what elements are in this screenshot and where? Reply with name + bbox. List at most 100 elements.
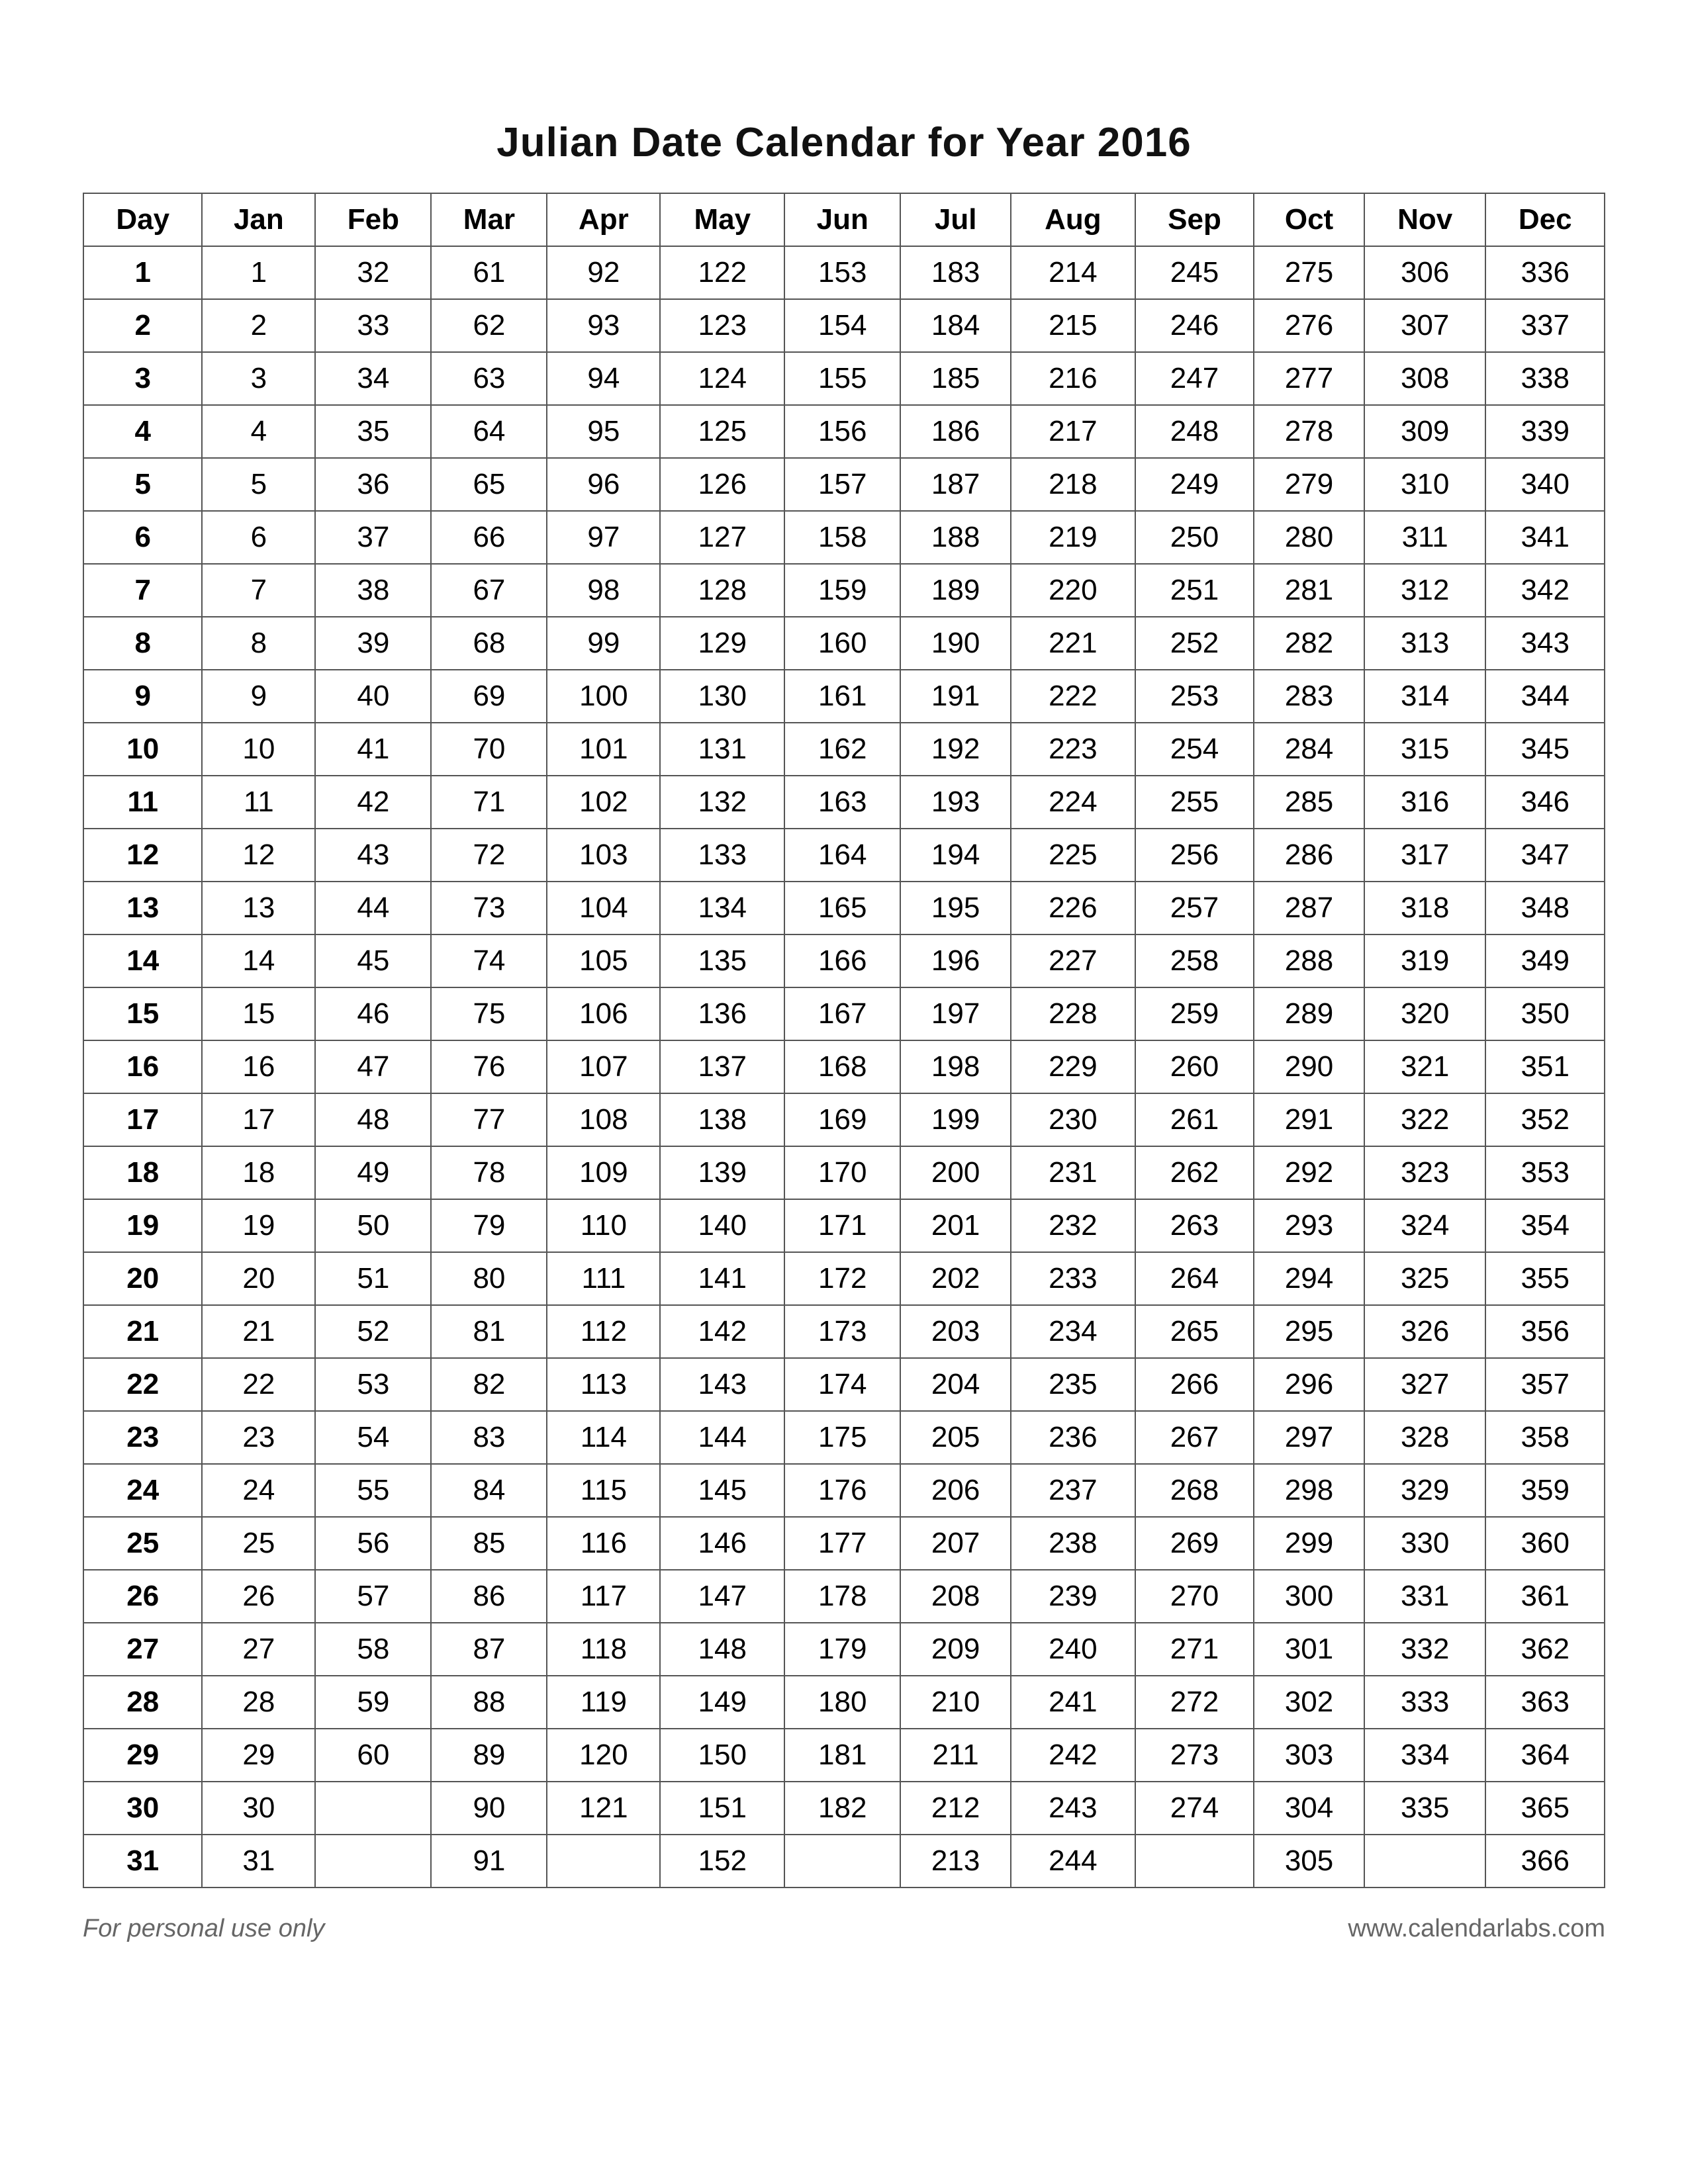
month-cell-aug: 217 bbox=[1011, 405, 1135, 458]
header-row: DayJanFebMarAprMayJunJulAugSepOctNovDec bbox=[83, 193, 1605, 246]
month-cell-aug: 238 bbox=[1011, 1517, 1135, 1570]
month-cell-nov: 309 bbox=[1364, 405, 1486, 458]
month-cell-nov: 315 bbox=[1364, 723, 1486, 776]
month-cell-jul: 201 bbox=[900, 1199, 1011, 1252]
month-cell-dec: 353 bbox=[1485, 1146, 1605, 1199]
month-cell-apr: 115 bbox=[547, 1464, 660, 1517]
month-cell-dec: 355 bbox=[1485, 1252, 1605, 1305]
month-cell-sep: 272 bbox=[1135, 1676, 1254, 1729]
month-cell-apr: 96 bbox=[547, 458, 660, 511]
month-cell-dec: 362 bbox=[1485, 1623, 1605, 1676]
month-cell-oct: 276 bbox=[1254, 299, 1364, 352]
month-cell-mar: 80 bbox=[431, 1252, 547, 1305]
table-row: 994069100130161191222253283314344 bbox=[83, 670, 1605, 723]
col-header-mar: Mar bbox=[431, 193, 547, 246]
month-cell-nov: 333 bbox=[1364, 1676, 1486, 1729]
month-cell-dec: 342 bbox=[1485, 564, 1605, 617]
month-cell-jun: 170 bbox=[784, 1146, 900, 1199]
month-cell-may: 150 bbox=[660, 1729, 784, 1782]
day-cell: 20 bbox=[83, 1252, 202, 1305]
month-cell-jul: 195 bbox=[900, 882, 1011, 934]
month-cell-feb bbox=[315, 1835, 431, 1888]
month-cell-oct: 286 bbox=[1254, 829, 1364, 882]
month-cell-feb: 40 bbox=[315, 670, 431, 723]
month-cell-mar: 62 bbox=[431, 299, 547, 352]
month-cell-oct: 283 bbox=[1254, 670, 1364, 723]
month-cell-apr: 105 bbox=[547, 934, 660, 987]
month-cell-nov: 335 bbox=[1364, 1782, 1486, 1835]
month-cell-mar: 89 bbox=[431, 1729, 547, 1782]
month-cell-jun: 172 bbox=[784, 1252, 900, 1305]
month-cell-jan: 19 bbox=[202, 1199, 315, 1252]
month-cell-aug: 225 bbox=[1011, 829, 1135, 882]
table-row: 44356495125156186217248278309339 bbox=[83, 405, 1605, 458]
month-cell-jun: 179 bbox=[784, 1623, 900, 1676]
month-cell-apr: 107 bbox=[547, 1040, 660, 1093]
col-header-may: May bbox=[660, 193, 784, 246]
month-cell-nov: 329 bbox=[1364, 1464, 1486, 1517]
month-cell-jul: 210 bbox=[900, 1676, 1011, 1729]
month-cell-feb: 46 bbox=[315, 987, 431, 1040]
month-cell-oct: 279 bbox=[1254, 458, 1364, 511]
month-cell-apr: 109 bbox=[547, 1146, 660, 1199]
month-cell-may: 149 bbox=[660, 1676, 784, 1729]
month-cell-jan: 16 bbox=[202, 1040, 315, 1093]
month-cell-apr: 108 bbox=[547, 1093, 660, 1146]
month-cell-sep: 269 bbox=[1135, 1517, 1254, 1570]
month-cell-jul: 183 bbox=[900, 246, 1011, 299]
month-cell-aug: 244 bbox=[1011, 1835, 1135, 1888]
month-cell-jul: 194 bbox=[900, 829, 1011, 882]
month-cell-feb: 48 bbox=[315, 1093, 431, 1146]
month-cell-oct: 280 bbox=[1254, 511, 1364, 564]
month-cell-oct: 302 bbox=[1254, 1676, 1364, 1729]
table-row: 22336293123154184215246276307337 bbox=[83, 299, 1605, 352]
month-cell-feb: 50 bbox=[315, 1199, 431, 1252]
day-cell: 29 bbox=[83, 1729, 202, 1782]
month-cell-may: 137 bbox=[660, 1040, 784, 1093]
month-cell-aug: 221 bbox=[1011, 617, 1135, 670]
month-cell-jun: 178 bbox=[784, 1570, 900, 1623]
month-cell-nov: 318 bbox=[1364, 882, 1486, 934]
month-cell-may: 145 bbox=[660, 1464, 784, 1517]
col-header-oct: Oct bbox=[1254, 193, 1364, 246]
month-cell-oct: 289 bbox=[1254, 987, 1364, 1040]
month-cell-apr: 101 bbox=[547, 723, 660, 776]
month-cell-apr: 98 bbox=[547, 564, 660, 617]
month-cell-may: 136 bbox=[660, 987, 784, 1040]
month-cell-jun: 160 bbox=[784, 617, 900, 670]
month-cell-jan: 25 bbox=[202, 1517, 315, 1570]
month-cell-sep: 250 bbox=[1135, 511, 1254, 564]
month-cell-jul: 204 bbox=[900, 1358, 1011, 1411]
day-cell: 18 bbox=[83, 1146, 202, 1199]
month-cell-jul: 185 bbox=[900, 352, 1011, 405]
day-cell: 3 bbox=[83, 352, 202, 405]
day-cell: 9 bbox=[83, 670, 202, 723]
day-cell: 2 bbox=[83, 299, 202, 352]
month-cell-aug: 224 bbox=[1011, 776, 1135, 829]
month-cell-may: 148 bbox=[660, 1623, 784, 1676]
month-cell-aug: 236 bbox=[1011, 1411, 1135, 1464]
month-cell-sep bbox=[1135, 1835, 1254, 1888]
table-row: 28285988119149180210241272302333363 bbox=[83, 1676, 1605, 1729]
month-cell-oct: 278 bbox=[1254, 405, 1364, 458]
month-cell-jan: 17 bbox=[202, 1093, 315, 1146]
month-cell-jan: 18 bbox=[202, 1146, 315, 1199]
month-cell-may: 152 bbox=[660, 1835, 784, 1888]
table-row: 29296089120150181211242273303334364 bbox=[83, 1729, 1605, 1782]
month-cell-jan: 15 bbox=[202, 987, 315, 1040]
month-cell-mar: 74 bbox=[431, 934, 547, 987]
month-cell-aug: 227 bbox=[1011, 934, 1135, 987]
table-row: 20205180111141172202233264294325355 bbox=[83, 1252, 1605, 1305]
month-cell-dec: 366 bbox=[1485, 1835, 1605, 1888]
table-row: 27275887118148179209240271301332362 bbox=[83, 1623, 1605, 1676]
month-cell-mar: 65 bbox=[431, 458, 547, 511]
month-cell-apr: 99 bbox=[547, 617, 660, 670]
month-cell-sep: 267 bbox=[1135, 1411, 1254, 1464]
month-cell-feb: 58 bbox=[315, 1623, 431, 1676]
month-cell-may: 122 bbox=[660, 246, 784, 299]
month-cell-jul: 202 bbox=[900, 1252, 1011, 1305]
table-row: 13134473104134165195226257287318348 bbox=[83, 882, 1605, 934]
month-cell-sep: 249 bbox=[1135, 458, 1254, 511]
month-cell-may: 143 bbox=[660, 1358, 784, 1411]
month-cell-feb: 54 bbox=[315, 1411, 431, 1464]
